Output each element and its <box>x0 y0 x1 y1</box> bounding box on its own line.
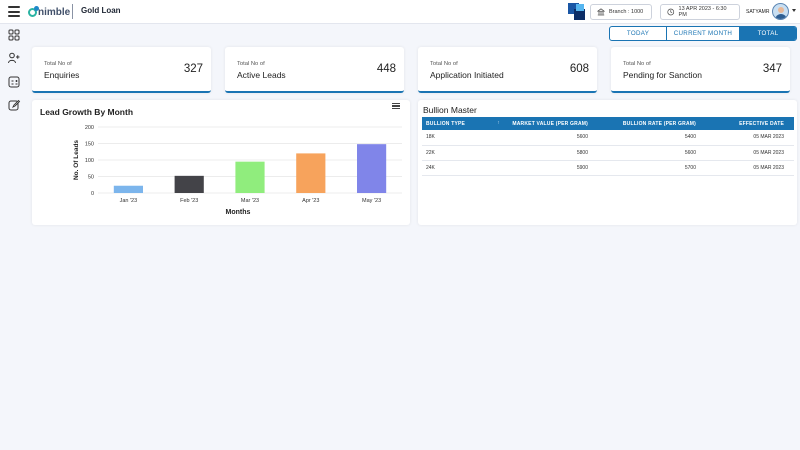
y-tick-label: 50 <box>88 175 94 181</box>
stat-card-application-initiated[interactable]: Total No of Application Initiated 608 <box>418 47 597 93</box>
table-cell: 5600 <box>598 145 706 161</box>
table-cell: 5700 <box>598 160 706 176</box>
stat-label: Enquiries <box>44 70 80 80</box>
table-cell: 05 MAR 2023 <box>706 130 794 146</box>
y-tick-label: 0 <box>91 191 94 197</box>
column-header-market-value[interactable]: MARKET VALUE (PER GRAM) <box>502 117 598 130</box>
bullion-title: Bullion Master <box>423 105 477 115</box>
branch-selector[interactable]: Branch : 1000 <box>590 4 652 20</box>
y-tick-label: 200 <box>85 125 94 131</box>
logo-text: nimble <box>38 6 71 18</box>
brand-squares-icon <box>568 3 586 20</box>
x-tick-label: May '23 <box>362 198 381 204</box>
users-icon[interactable] <box>7 51 21 65</box>
tab-total[interactable]: TOTAL <box>740 27 796 40</box>
tab-today[interactable]: TODAY <box>610 27 667 40</box>
nimble-logo[interactable]: nimble <box>28 5 70 19</box>
table-cell: 05 MAR 2023 <box>706 160 794 176</box>
tab-current-month[interactable]: CURRENT MONTH <box>667 27 740 40</box>
app-title: Gold Loan <box>81 6 121 15</box>
branch-label: Branch : 1000 <box>609 9 644 15</box>
table-cell: 5400 <box>598 130 706 146</box>
top-bar: nimble Gold Loan Branch : 1000 13 APR 20… <box>0 0 800 24</box>
datetime-display: 13 APR 2023 - 6:30 PM <box>660 4 740 20</box>
bullion-header-row: BULLION TYPE ↑ MARKET VALUE (PER GRAM) B… <box>422 117 794 130</box>
y-axis-title: No. Of Leads <box>73 140 80 180</box>
stat-label-prefix: Total No of <box>430 61 458 67</box>
stat-label-prefix: Total No of <box>237 61 265 67</box>
clock-icon <box>667 8 675 16</box>
dashboard-grid-icon[interactable] <box>7 28 21 42</box>
x-tick-label: Jan '23 <box>120 198 138 204</box>
table-row[interactable]: 24K 5900 5700 05 MAR 2023 <box>422 160 794 176</box>
x-tick-label: Feb '23 <box>180 198 198 204</box>
chevron-down-icon[interactable] <box>792 9 796 12</box>
x-tick-label: Apr '23 <box>302 198 319 204</box>
stat-label-prefix: Total No of <box>623 61 651 67</box>
stat-value: 327 <box>183 63 203 75</box>
stat-value: 448 <box>376 63 396 75</box>
bullion-table: BULLION TYPE ↑ MARKET VALUE (PER GRAM) B… <box>422 117 794 176</box>
hamburger-menu-icon[interactable] <box>8 6 20 17</box>
table-cell: 5600 <box>502 130 598 146</box>
bank-icon <box>597 8 605 16</box>
nimble-logo-icon <box>28 5 39 17</box>
table-cell: 22K <box>422 145 502 161</box>
header-divider <box>72 4 73 19</box>
table-cell: 5800 <box>502 145 598 161</box>
stat-card-pending-sanction[interactable]: Total No of Pending for Sanction 347 <box>611 47 790 93</box>
period-tabs: TODAY CURRENT MONTH TOTAL <box>609 26 797 41</box>
stat-value: 608 <box>569 63 589 75</box>
table-row[interactable]: 22K 5800 5600 05 MAR 2023 <box>422 145 794 161</box>
user-name[interactable]: SATYAMR <box>746 9 769 15</box>
bullion-master-panel: Bullion Master BULLION TYPE ↑ MARKET VAL… <box>418 100 797 225</box>
x-tick-label: Mar '23 <box>241 198 259 204</box>
stat-label: Application Initiated <box>430 70 504 80</box>
table-cell: 24K <box>422 160 502 176</box>
column-header-bullion-type[interactable]: BULLION TYPE ↑ <box>422 117 502 130</box>
x-axis-title: Months <box>226 209 251 216</box>
bar <box>357 144 387 193</box>
sort-arrow-icon[interactable]: ↑ <box>497 120 500 126</box>
table-row[interactable]: 18K 5600 5400 05 MAR 2023 <box>422 130 794 146</box>
lead-growth-chart-panel: Lead Growth By Month 0 50 100 150 200 Jan '23… <box>32 100 410 225</box>
bar <box>174 175 204 193</box>
calculator-icon[interactable] <box>7 75 21 89</box>
stat-card-active-leads[interactable]: Total No of Active Leads 448 <box>225 47 404 93</box>
stat-label: Active Leads <box>237 70 286 80</box>
edit-document-icon[interactable] <box>7 98 21 112</box>
stat-label: Pending for Sanction <box>623 70 702 80</box>
table-cell: 18K <box>422 130 502 146</box>
stat-label-prefix: Total No of <box>44 61 72 67</box>
y-tick-label: 150 <box>85 142 94 148</box>
table-cell: 5900 <box>502 160 598 176</box>
column-header-bullion-rate[interactable]: BULLION RATE (PER GRAM) <box>598 117 706 130</box>
avatar[interactable] <box>772 3 789 20</box>
bar <box>296 153 326 193</box>
y-tick-label: 100 <box>85 158 94 164</box>
column-header-effective-date[interactable]: EFFECTIVE DATE <box>706 117 794 130</box>
bar-chart: 0 50 100 150 200 Jan '23 Feb '23 Mar '23 Apr '23… <box>73 125 402 216</box>
datetime-label: 13 APR 2023 - 6:30 PM <box>678 6 727 18</box>
stat-value: 347 <box>762 63 782 75</box>
stat-card-enquiries[interactable]: Total No of Enquiries 327 <box>32 47 211 93</box>
table-cell: 05 MAR 2023 <box>706 145 794 161</box>
bar <box>235 161 265 193</box>
bar <box>113 185 143 193</box>
